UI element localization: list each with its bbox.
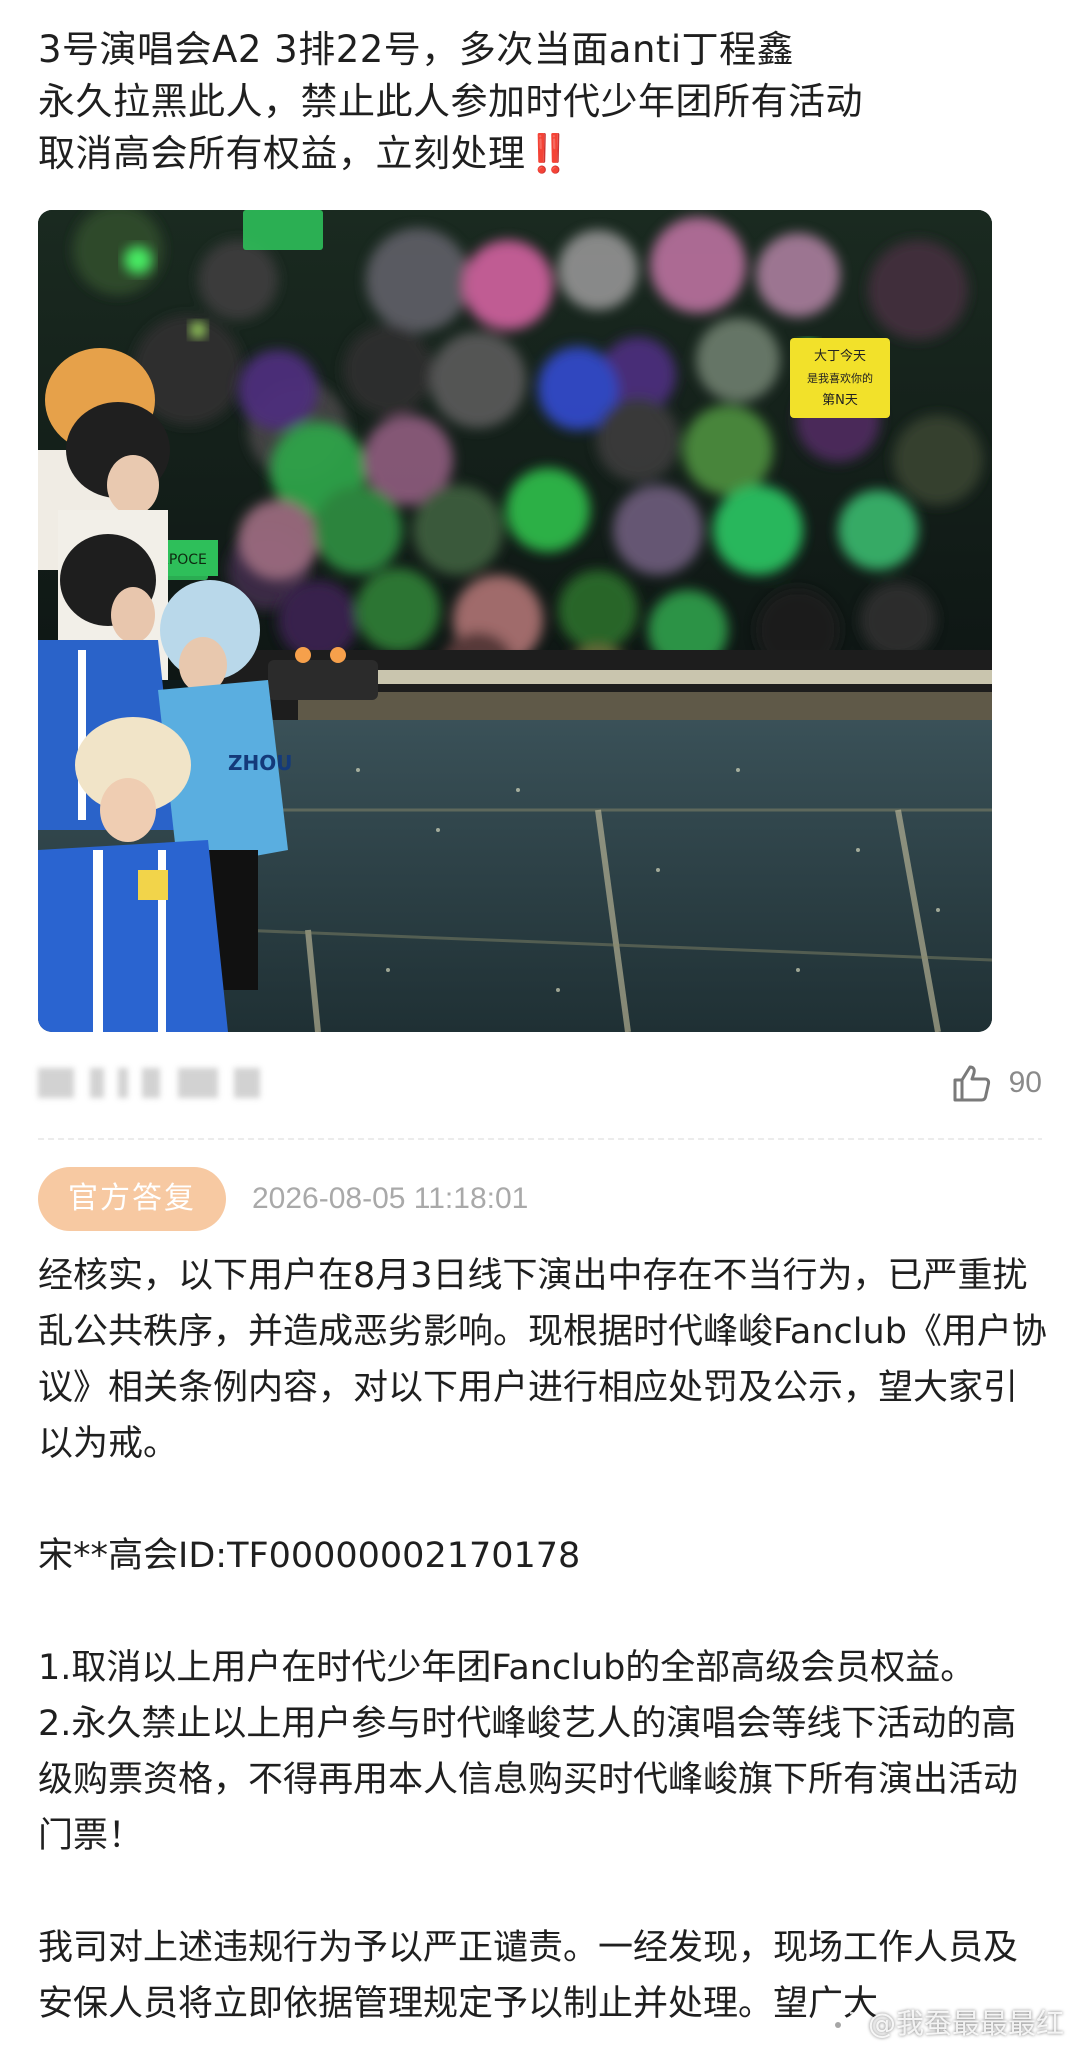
reply-penalty-2: 2.永久禁止以上用户参与时代峰峻艺人的演唱会等线下活动的高级购票资格，不得再用本… — [38, 1704, 1019, 1856]
official-reply-timestamp: 2026-08-05 11:18:01 — [252, 1182, 529, 1215]
weibo-logo-icon — [827, 2011, 860, 2033]
post-line-3-text: 取消高会所有权益，立刻处理 — [38, 132, 526, 175]
fan-sign-text-1: 大丁今天 — [814, 348, 866, 364]
fan-sign-text-3: 第N天 — [822, 393, 858, 408]
post-meta-row: 90 — [38, 1060, 1042, 1108]
post-line-3: 取消高会所有权益，立刻处理‼️ — [38, 128, 1048, 180]
official-reply-body: 经核实，以下用户在8月3日线下演出中存在不当行为，已严重扰乱公共秩序，并造成恶劣… — [38, 1248, 1048, 2032]
official-reply-badge: 官方答复 — [38, 1167, 226, 1231]
like-count: 90 — [1008, 1066, 1042, 1099]
thumbs-up-icon — [953, 1065, 990, 1102]
section-divider — [38, 1138, 1042, 1140]
watermark: @我蚕最最最红 — [826, 2002, 1064, 2042]
reply-paragraph: 经核实，以下用户在8月3日线下演出中存在不当行为，已严重扰乱公共秩序，并造成恶劣… — [38, 1256, 1047, 1464]
reply-member-id: 宋**高会ID:TF00000002170178 — [38, 1536, 581, 1576]
watermark-text: @我蚕最最最红 — [867, 2007, 1064, 2040]
concert-photo[interactable]: 大丁今天 是我喜欢你的 第N天 RPOCE ZHOU — [38, 210, 992, 1032]
double-exclamation-icon: ‼️ — [525, 132, 573, 175]
post-line-2: 永久拉黑此人，禁止此人参加时代少年团所有活动 — [38, 80, 863, 123]
post-line-1: 3号演唱会A2 3排22号，多次当面anti丁程鑫 — [38, 28, 795, 71]
like-button[interactable]: 90 — [951, 1064, 1042, 1102]
post-text: 3号演唱会A2 3排22号，多次当面anti丁程鑫 永久拉黑此人，禁止此人参加时… — [38, 24, 1048, 180]
fan-sign-text-2: 是我喜欢你的 — [807, 371, 873, 385]
jersey-text: ZHOU — [228, 751, 292, 775]
official-reply-header: 官方答复 2026-08-05 11:18:01 — [38, 1166, 528, 1232]
reply-penalty-1: 1.取消以上用户在时代少年团Fanclub的全部高级会员权益。 — [38, 1648, 976, 1688]
blurred-username — [38, 1068, 268, 1098]
